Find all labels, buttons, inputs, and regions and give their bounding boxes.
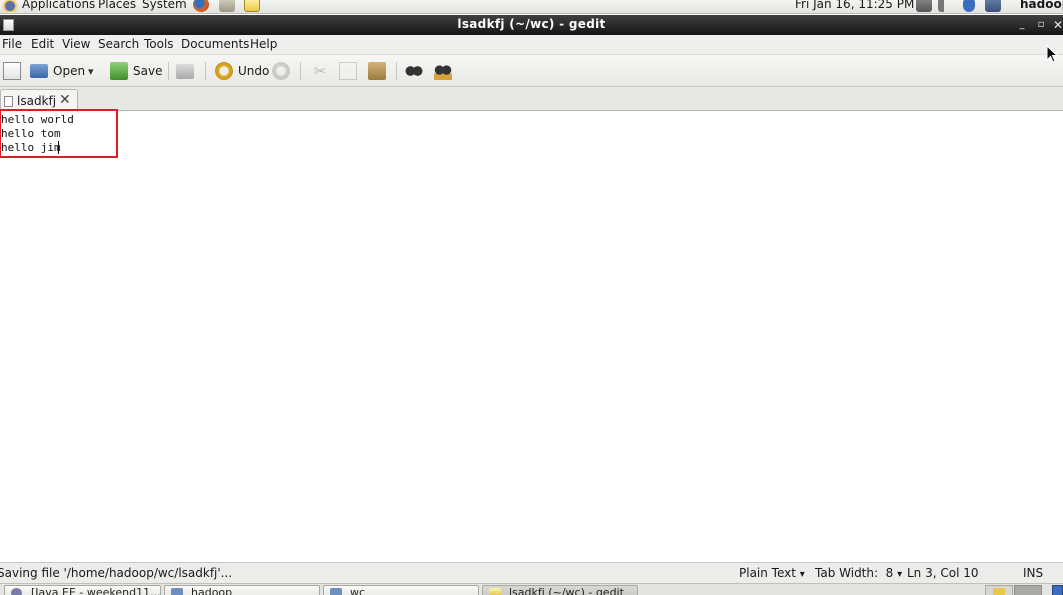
tab-close-icon[interactable]: ✕ — [59, 92, 71, 108]
open-icon — [30, 64, 48, 78]
firefox-icon[interactable] — [193, 0, 209, 12]
mail-icon[interactable] — [219, 0, 235, 12]
menu-help[interactable]: Help — [250, 37, 277, 51]
cursor-position: Ln 3, Col 10 — [907, 566, 979, 580]
new-document-icon — [3, 62, 21, 80]
taskbar: [Java EE - weekend11... hadoop wc lsadkf… — [0, 583, 1063, 595]
workspace-switcher-1[interactable] — [985, 585, 1013, 595]
menu-view[interactable]: View — [62, 37, 90, 51]
close-icon[interactable]: ✕ — [1051, 18, 1063, 32]
language-selector[interactable]: Plain Text ▾ — [739, 566, 805, 580]
cut-icon: ✂ — [313, 62, 327, 80]
toolbar-separator — [205, 62, 206, 80]
open-button[interactable]: Open — [30, 61, 85, 81]
tab-width-label: Tab Width: 8 — [815, 566, 894, 580]
find-button[interactable] — [405, 61, 423, 81]
chevron-down-icon: ▾ — [799, 569, 805, 580]
copy-button[interactable] — [339, 61, 357, 81]
paste-icon — [368, 62, 386, 80]
task-label: wc — [350, 586, 366, 595]
folder-icon — [330, 588, 342, 595]
save-label: Save — [133, 64, 163, 78]
menu-edit[interactable]: Edit — [31, 37, 54, 51]
menu-file[interactable]: File — [2, 37, 22, 51]
gnome-foot-icon[interactable] — [2, 0, 18, 12]
top-panel: Applications Places System Fri Jan 16, 1… — [0, 0, 1063, 14]
open-label: Open — [53, 64, 86, 78]
minimize-icon[interactable]: _ — [1015, 18, 1029, 32]
folder-icon — [171, 588, 183, 595]
text-editor[interactable]: hello world hello tom hello jim — [0, 45, 1063, 562]
toolbar: Open ▾ Save Undo ✂ — [0, 55, 1063, 87]
task-wc[interactable]: wc — [323, 585, 479, 595]
find-icon — [405, 62, 423, 80]
task-label: [Java EE - weekend11... — [31, 586, 161, 595]
tab-label: lsadkfj — [17, 94, 57, 108]
paste-button[interactable] — [368, 61, 386, 81]
display-icon[interactable] — [985, 0, 1001, 12]
document-icon — [4, 96, 13, 107]
gedit-icon — [489, 588, 501, 595]
document-tabs: lsadkfj ✕ — [0, 87, 1063, 112]
show-desktop-button[interactable] — [1052, 585, 1063, 595]
task-java-ee[interactable]: [Java EE - weekend11... — [4, 585, 161, 595]
workspace-window-icon — [993, 588, 1005, 595]
mouse-pointer-icon — [1046, 45, 1058, 63]
applications-menu[interactable]: Applications — [22, 0, 95, 13]
find-replace-button[interactable] — [434, 61, 452, 81]
task-label: lsadkfj (~/wc) - gedit — [509, 586, 624, 595]
system-menu[interactable]: System — [142, 0, 187, 13]
places-menu[interactable]: Places — [98, 0, 136, 13]
redo-button[interactable] — [272, 61, 290, 81]
toolbar-separator — [300, 62, 301, 80]
find-replace-icon — [434, 62, 452, 80]
undo-icon — [215, 62, 233, 80]
print-icon — [176, 63, 194, 79]
task-label: hadoop — [191, 586, 233, 595]
task-gedit[interactable]: lsadkfj (~/wc) - gedit — [482, 585, 638, 595]
notes-icon[interactable] — [244, 0, 260, 12]
new-document-button[interactable] — [3, 61, 21, 81]
tab-width-selector[interactable]: Tab Width: 8 ▾ — [815, 566, 902, 580]
network-icon[interactable] — [916, 0, 932, 12]
menubar: File Edit View Search Tools Documents He… — [0, 35, 1063, 55]
redo-icon — [272, 62, 290, 80]
undo-button[interactable]: Undo — [215, 61, 269, 81]
open-dropdown-button[interactable]: ▾ — [88, 61, 94, 81]
window-title: lsadkfj (~/wc) - gedit — [457, 17, 606, 31]
status-message: Saving file '/home/hadoop/wc/lsadkfj'... — [0, 566, 233, 580]
open-dropdown-icon: ▾ — [88, 64, 94, 78]
undo-label: Undo — [238, 64, 270, 78]
volume-icon[interactable] — [938, 0, 950, 12]
window-titlebar[interactable]: lsadkfj (~/wc) - gedit _ ▫ ✕ — [0, 15, 1063, 35]
copy-icon — [339, 62, 357, 80]
print-button[interactable] — [176, 61, 194, 81]
cut-button[interactable]: ✂ — [311, 61, 329, 81]
insert-mode: INS — [1023, 566, 1044, 580]
save-button[interactable]: Save — [110, 61, 162, 81]
toolbar-separator — [168, 62, 169, 80]
menu-documents[interactable]: Documents — [181, 37, 249, 51]
bluetooth-icon[interactable] — [963, 0, 975, 12]
toolbar-separator — [396, 62, 397, 80]
menu-search[interactable]: Search — [98, 37, 139, 51]
clock[interactable]: Fri Jan 16, 11:25 PM — [795, 0, 914, 13]
user-name[interactable]: hadoop — [1020, 0, 1063, 13]
statusbar: Saving file '/home/hadoop/wc/lsadkfj'...… — [0, 562, 1063, 583]
save-icon — [110, 62, 128, 80]
task-hadoop[interactable]: hadoop — [164, 585, 320, 595]
chevron-down-icon: ▾ — [897, 569, 903, 580]
highlight-annotation-box — [0, 109, 118, 158]
workspace-switcher-2[interactable] — [1014, 585, 1042, 595]
eclipse-icon — [11, 588, 22, 595]
maximize-icon[interactable]: ▫ — [1034, 18, 1048, 32]
language-label: Plain Text — [739, 566, 796, 580]
menu-tools[interactable]: Tools — [144, 37, 174, 51]
